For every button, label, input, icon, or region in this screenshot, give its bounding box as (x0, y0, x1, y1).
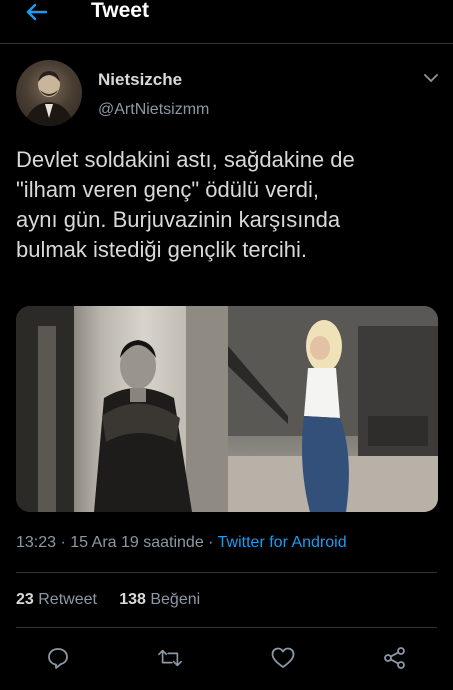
tweet-metadata: 13:23 · 15 Ara 19 saatinde · Twitter for… (16, 534, 347, 552)
divider (16, 572, 437, 573)
share-button[interactable] (383, 646, 407, 670)
retweet-count: 23 (16, 591, 34, 608)
media-photo-left[interactable] (16, 306, 228, 512)
page-title: Tweet (91, 0, 149, 22)
tweet-media[interactable] (16, 306, 438, 512)
meta-separator: · (60, 534, 66, 551)
avatar-portrait (24, 71, 74, 126)
retweet-stat[interactable]: 23 Retweet (16, 591, 97, 608)
woman-interior-image (228, 306, 438, 512)
top-bar: Tweet (0, 0, 453, 44)
more-options-button[interactable] (420, 68, 442, 88)
retweet-icon (158, 649, 182, 667)
like-label: Beğeni (150, 591, 201, 608)
reply-icon (48, 648, 68, 669)
tweet-source-link[interactable]: Twitter for Android (218, 534, 347, 551)
retweet-button[interactable] (158, 646, 182, 670)
like-stat[interactable]: 138 Beğeni (119, 591, 200, 608)
like-icon (271, 647, 295, 668)
author-name[interactable]: Nietsizche (98, 70, 182, 90)
reply-button[interactable] (46, 646, 70, 670)
tweet-date: 15 Ara 19 saatinde (70, 534, 204, 551)
author-handle[interactable]: @ArtNietsizmm (98, 101, 209, 119)
arrow-left-icon (26, 3, 47, 21)
meta-separator: · (208, 534, 214, 551)
tweet-stats: 23 Retweet 138 Beğeni (16, 591, 200, 609)
tweet-time: 13:23 (16, 534, 57, 551)
chevron-down-icon (424, 73, 438, 82)
divider (16, 627, 437, 628)
man-portrait-image (16, 306, 228, 512)
like-button[interactable] (271, 646, 295, 670)
media-photo-right[interactable] (228, 306, 438, 512)
avatar[interactable] (16, 60, 82, 126)
back-button[interactable] (20, 0, 52, 24)
like-count: 138 (119, 591, 146, 608)
share-icon (384, 647, 405, 669)
tweet-text: Devlet soldakini astı, sağdakine de "ilh… (16, 147, 355, 262)
retweet-label: Retweet (38, 591, 97, 608)
